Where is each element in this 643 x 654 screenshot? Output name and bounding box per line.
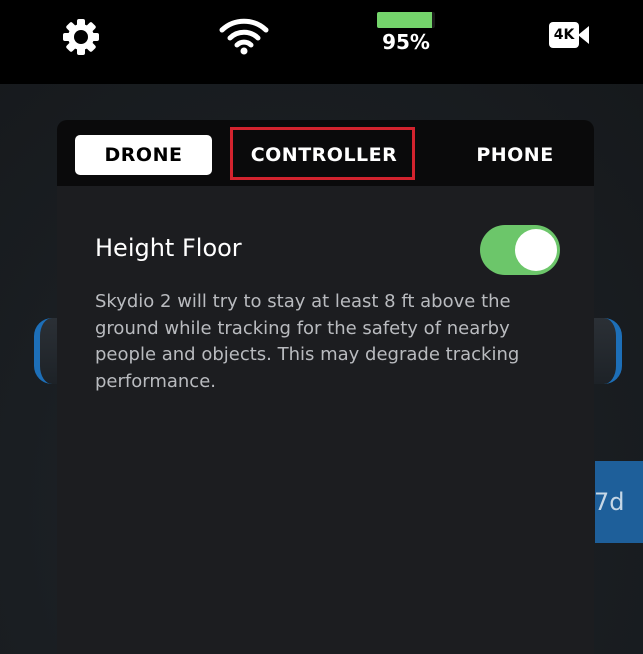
gear-icon[interactable] (62, 18, 100, 56)
camera-lens-icon (578, 26, 589, 44)
battery-level-bar (377, 12, 435, 28)
settings-panel: DRONE CONTROLLER PHONE Height Floor Skyd… (57, 120, 594, 654)
toggle-knob (515, 229, 557, 271)
setting-description: Skydio 2 will try to stay at least 8 ft … (95, 291, 520, 392)
resolution-label: 4K (549, 22, 579, 48)
highlight-box (230, 127, 415, 180)
tab-phone[interactable]: PHONE (460, 135, 570, 175)
battery-percent: 95% (382, 30, 430, 54)
wifi-icon (219, 18, 269, 55)
height-floor-toggle[interactable] (480, 225, 560, 275)
battery-level-fill (377, 12, 433, 28)
setting-title: Height Floor (95, 234, 242, 262)
background-partial-text: 7d (594, 488, 625, 516)
tab-bar: DRONE CONTROLLER PHONE (57, 120, 594, 186)
status-bar: 95% 4K (0, 0, 643, 84)
camera-icon[interactable]: 4K (549, 22, 589, 48)
tab-drone[interactable]: DRONE (75, 135, 212, 175)
